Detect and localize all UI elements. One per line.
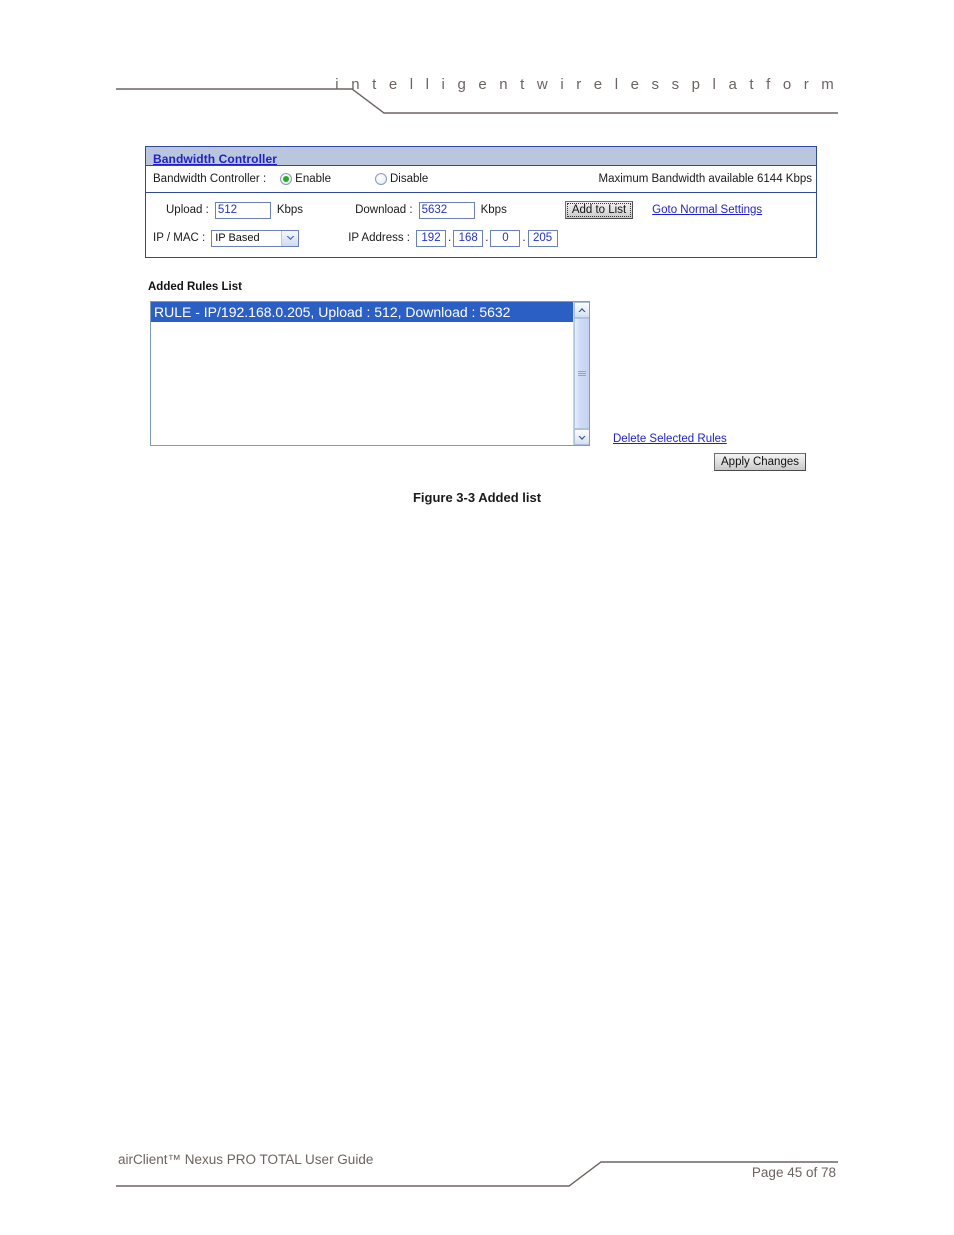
radio-disable-dot-icon[interactable] — [374, 173, 387, 185]
radio-enable[interactable]: Enable — [280, 173, 331, 185]
grip-icon — [578, 370, 586, 377]
ip-mac-label: IP / MAC : — [153, 232, 206, 244]
ip-mac-select[interactable]: IP Based — [211, 229, 300, 247]
ip-octet-1[interactable]: 192 — [416, 229, 446, 247]
download-label: Download : — [355, 204, 413, 216]
ip-octet-2[interactable]: 168 — [453, 229, 484, 247]
page-footer: airClient™ Nexus PRO TOTAL User Guide Pa… — [0, 1148, 954, 1198]
list-item[interactable]: RULE - IP/192.168.0.205, Upload : 512, D… — [151, 302, 589, 322]
radio-enable-dot-icon[interactable] — [280, 173, 293, 185]
header-tagline: i n t e l l i g e n t w i r e l e s s p … — [335, 76, 838, 93]
scroll-down-button[interactable] — [574, 429, 589, 445]
added-rules-listbox[interactable]: RULE - IP/192.168.0.205, Upload : 512, D… — [150, 301, 590, 446]
goto-normal-settings-link[interactable]: Goto Normal Settings — [652, 204, 762, 216]
ip-separator-1: . — [448, 232, 452, 244]
upload-input[interactable]: 512 — [214, 201, 271, 219]
bandwidth-values-row: Upload : 512 Kbps Download : 5632 Kbps A… — [146, 198, 816, 222]
chevron-up-icon — [578, 307, 586, 312]
download-input[interactable]: 5632 — [418, 201, 475, 219]
add-to-list-button[interactable]: Add to List — [564, 201, 634, 219]
chevron-down-icon[interactable] — [281, 230, 299, 246]
radio-enable-label: Enable — [295, 173, 331, 185]
radio-disable[interactable]: Disable — [374, 173, 429, 185]
scroll-up-button[interactable] — [574, 302, 589, 318]
ip-separator-2: . — [485, 232, 489, 244]
ip-separator-3: . — [522, 232, 526, 244]
panel-titlebar: Bandwidth Controller — [146, 147, 816, 166]
figure-caption: Figure 3-3 Added list — [412, 490, 542, 505]
delete-selected-rules-link[interactable]: Delete Selected Rules — [613, 433, 727, 445]
upload-unit: Kbps — [276, 204, 304, 216]
chevron-down-icon — [578, 435, 586, 440]
ip-mac-row: IP / MAC : IP Based IP Address : 192 . 1… — [146, 226, 816, 250]
ip-octet-4[interactable]: 205 — [527, 229, 558, 247]
controller-enable-row: Bandwidth Controller : Enable Disable Ma… — [146, 166, 816, 193]
ip-mac-selected-value: IP Based — [215, 232, 260, 244]
radio-disable-label: Disable — [389, 173, 429, 185]
ip-address-label: IP Address : — [348, 232, 410, 244]
max-bandwidth-text: Maximum Bandwidth available 6144 Kbps — [598, 173, 812, 185]
page-header: i n t e l l i g e n t w i r e l e s s p … — [0, 76, 954, 118]
scrollbar-thumb[interactable] — [574, 318, 589, 429]
footer-document-title: airClient™ Nexus PRO TOTAL User Guide — [118, 1152, 374, 1167]
added-rules-list-label: Added Rules List — [148, 281, 242, 293]
bandwidth-controller-panel: Bandwidth Controller Bandwidth Controlle… — [145, 146, 817, 258]
upload-label: Upload : — [166, 204, 209, 216]
panel-body: Upload : 512 Kbps Download : 5632 Kbps A… — [146, 193, 816, 257]
footer-page-number: Page 45 of 78 — [751, 1165, 836, 1180]
download-unit: Kbps — [480, 204, 507, 216]
controller-label: Bandwidth Controller : — [153, 173, 267, 185]
ip-octet-3[interactable]: 0 — [490, 229, 521, 247]
apply-changes-button[interactable]: Apply Changes — [714, 453, 806, 471]
panel-title: Bandwidth Controller — [153, 152, 277, 166]
listbox-scrollbar[interactable] — [573, 302, 589, 445]
